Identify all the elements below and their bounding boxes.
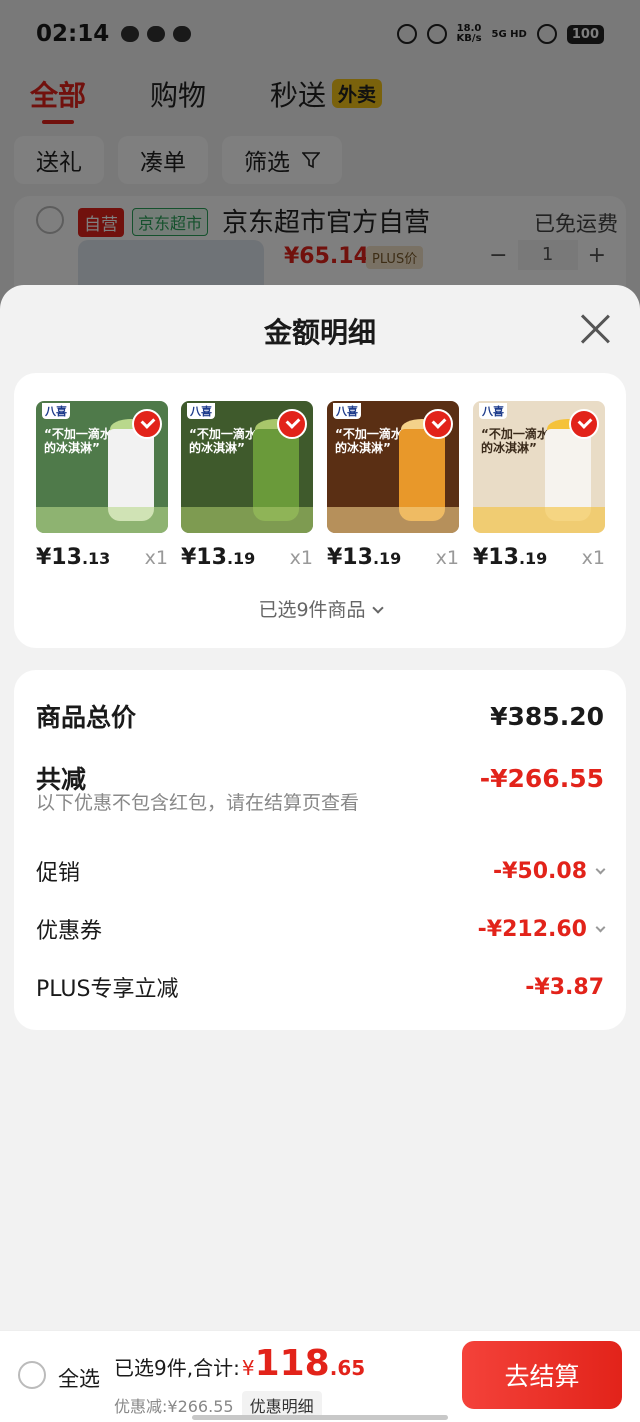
price-decimal: .19: [518, 549, 548, 568]
price-integer: ¥13: [181, 545, 227, 570]
product-price: ¥13.19: [327, 545, 401, 570]
close-icon[interactable]: [580, 313, 610, 343]
check-icon: [569, 409, 599, 439]
checkout-bar: 全选 已选9件,合计: ¥ 118 .65 优惠减:¥266.55 优惠明细 去…: [0, 1330, 640, 1422]
product-quantity: x1: [144, 547, 168, 569]
product-item[interactable]: 八喜 “不加一滴水的冰淇淋” ¥13.19 x1: [473, 401, 605, 570]
price-summary-card: 商品总价 ¥385.20 共减 -¥266.55 以下优惠不包含红包，请在结算页…: [14, 670, 626, 1030]
price-integer: ¥13: [36, 545, 82, 570]
home-indicator[interactable]: [192, 1415, 448, 1420]
currency-symbol: ¥: [241, 1356, 255, 1380]
promo-label: 促销: [36, 861, 81, 886]
chevron-down-icon: [371, 602, 384, 614]
total-integer: 118: [254, 1343, 330, 1384]
product-item[interactable]: 八喜 “不加一滴水的冰淇淋” ¥13.13 x1: [36, 401, 168, 570]
total-decimal: .65: [329, 1356, 366, 1380]
reduction-value: -¥266.55: [479, 763, 604, 793]
check-icon: [132, 409, 162, 439]
brand-logo: 八喜: [42, 403, 70, 419]
chevron-down-icon: [595, 922, 606, 932]
product-slogan: “不加一滴水的冰淇淋”: [189, 427, 257, 455]
total-summary: 已选9件,合计: ¥ 118 .65: [114, 1343, 365, 1384]
check-icon: [277, 409, 307, 439]
product-image: 八喜 “不加一滴水的冰淇淋”: [36, 401, 168, 533]
promo-row[interactable]: 促销 -¥50.08: [36, 855, 606, 887]
discount-note: 以下优惠不包含红包，请在结算页查看: [36, 792, 360, 814]
product-quantity: x1: [289, 547, 313, 569]
total-value: ¥385.20: [490, 701, 604, 731]
price-decimal: .13: [81, 549, 111, 568]
total-label: 商品总价: [36, 703, 137, 732]
plus-discount-row: PLUS专享立减 -¥3.87: [36, 971, 604, 1003]
brand-logo: 八喜: [479, 403, 507, 419]
brand-logo: 八喜: [187, 403, 215, 419]
coupon-amount: -¥212.60: [477, 916, 587, 942]
coupon-label: 优惠券: [36, 919, 103, 944]
chevron-down-icon: [595, 864, 606, 874]
price-integer: ¥13: [327, 545, 373, 570]
product-item[interactable]: 八喜 “不加一滴水的冰淇淋” ¥13.19 x1: [327, 401, 459, 570]
product-price: ¥13.19: [181, 545, 255, 570]
product-image: 八喜 “不加一滴水的冰淇淋”: [181, 401, 313, 533]
selected-products-card: 八喜 “不加一滴水的冰淇淋” ¥13.13 x1 八喜 “不加一滴水的冰淇淋”: [14, 373, 626, 648]
product-stage: [327, 507, 459, 533]
product-slogan: “不加一滴水的冰淇淋”: [44, 427, 112, 455]
amount-detail-sheet: 金额明细 八喜 “不加一滴水的冰淇淋” ¥13.13 x1 八喜 “不加一滴水的…: [0, 285, 640, 1422]
promo-amount: -¥50.08: [492, 858, 587, 884]
product-slogan: “不加一滴水的冰淇淋”: [335, 427, 403, 455]
coupon-value: -¥212.60: [477, 916, 606, 942]
checkout-button[interactable]: 去结算: [462, 1341, 622, 1409]
sheet-title: 金额明细: [263, 316, 376, 349]
discount-text: 优惠减:¥266.55: [114, 1397, 234, 1416]
product-stage: [473, 507, 605, 533]
check-icon: [423, 409, 453, 439]
brand-logo: 八喜: [333, 403, 361, 419]
product-item[interactable]: 八喜 “不加一滴水的冰淇淋” ¥13.19 x1: [181, 401, 313, 570]
select-all-label[interactable]: 全选: [58, 1363, 100, 1393]
select-all-radio[interactable]: [18, 1361, 46, 1389]
product-quantity: x1: [435, 547, 459, 569]
coupon-row[interactable]: 优惠券 -¥212.60: [36, 913, 606, 945]
selected-items-toggle[interactable]: 已选9件商品: [14, 595, 626, 622]
dim-overlay[interactable]: [0, 0, 640, 300]
summary-prefix: 已选9件,合计:: [114, 1356, 240, 1380]
product-slogan: “不加一滴水的冰淇淋”: [481, 427, 549, 455]
plus-discount-label: PLUS专享立减: [36, 977, 179, 1002]
price-integer: ¥13: [473, 545, 519, 570]
product-stage: [36, 507, 168, 533]
product-stage: [181, 507, 313, 533]
product-image: 八喜 “不加一滴水的冰淇淋”: [473, 401, 605, 533]
total-row: 商品总价 ¥385.20: [36, 698, 604, 734]
plus-discount-value: -¥3.87: [525, 974, 604, 1000]
selected-items-label: 已选9件商品: [258, 599, 366, 621]
product-price: ¥13.19: [473, 545, 547, 570]
price-decimal: .19: [372, 549, 402, 568]
background-page: 02:14 18.0 KB/s 5G HD 100 全部 购物 秒送外卖 送礼 …: [0, 0, 640, 316]
promo-value: -¥50.08: [492, 858, 606, 884]
product-price: ¥13.13: [36, 545, 110, 570]
product-quantity: x1: [581, 547, 605, 569]
product-image: 八喜 “不加一滴水的冰淇淋”: [327, 401, 459, 533]
price-decimal: .19: [226, 549, 256, 568]
